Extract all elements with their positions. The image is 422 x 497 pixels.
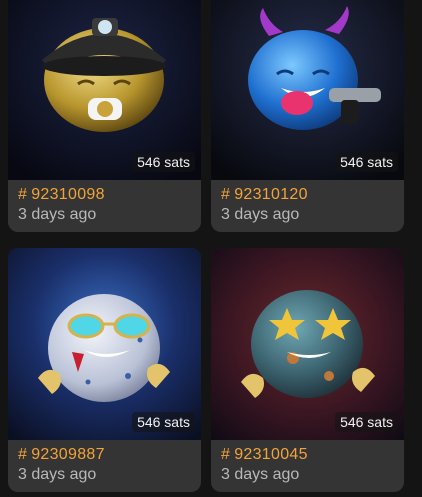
card-meta: #92310120 3 days ago: [211, 180, 404, 225]
inscription-number[interactable]: #92310120: [221, 185, 394, 205]
inscription-card[interactable]: 546 sats #92310098 3 days ago: [8, 0, 201, 232]
inscription-card[interactable]: 546 sats #92310120 3 days ago: [211, 0, 404, 232]
inscription-card[interactable]: 546 sats #92310045 3 days ago: [211, 248, 404, 492]
inscription-image[interactable]: 546 sats: [211, 248, 404, 440]
timestamp: 3 days ago: [18, 466, 97, 483]
card-meta: #92310045 3 days ago: [211, 440, 404, 485]
price-label: 546 sats: [132, 412, 195, 432]
price-label: 546 sats: [132, 152, 195, 172]
inscription-number[interactable]: #92310098: [18, 185, 191, 205]
card-meta: #92310098 3 days ago: [8, 180, 201, 225]
inscription-number[interactable]: #92310045: [221, 445, 394, 465]
timestamp: 3 days ago: [221, 466, 300, 483]
inscription-image[interactable]: 546 sats: [8, 248, 201, 440]
inscription-image[interactable]: 546 sats: [211, 0, 404, 180]
timestamp: 3 days ago: [18, 206, 97, 223]
price-label: 546 sats: [335, 412, 398, 432]
price-label: 546 sats: [335, 152, 398, 172]
inscription-image[interactable]: 546 sats: [8, 0, 201, 180]
inscription-number[interactable]: #92309887: [18, 445, 191, 465]
timestamp: 3 days ago: [221, 206, 300, 223]
inscription-grid: 546 sats #92310098 3 days ago 546 sats #…: [0, 0, 422, 497]
inscription-card[interactable]: 546 sats #92309887 3 days ago: [8, 248, 201, 492]
card-meta: #92309887 3 days ago: [8, 440, 201, 485]
